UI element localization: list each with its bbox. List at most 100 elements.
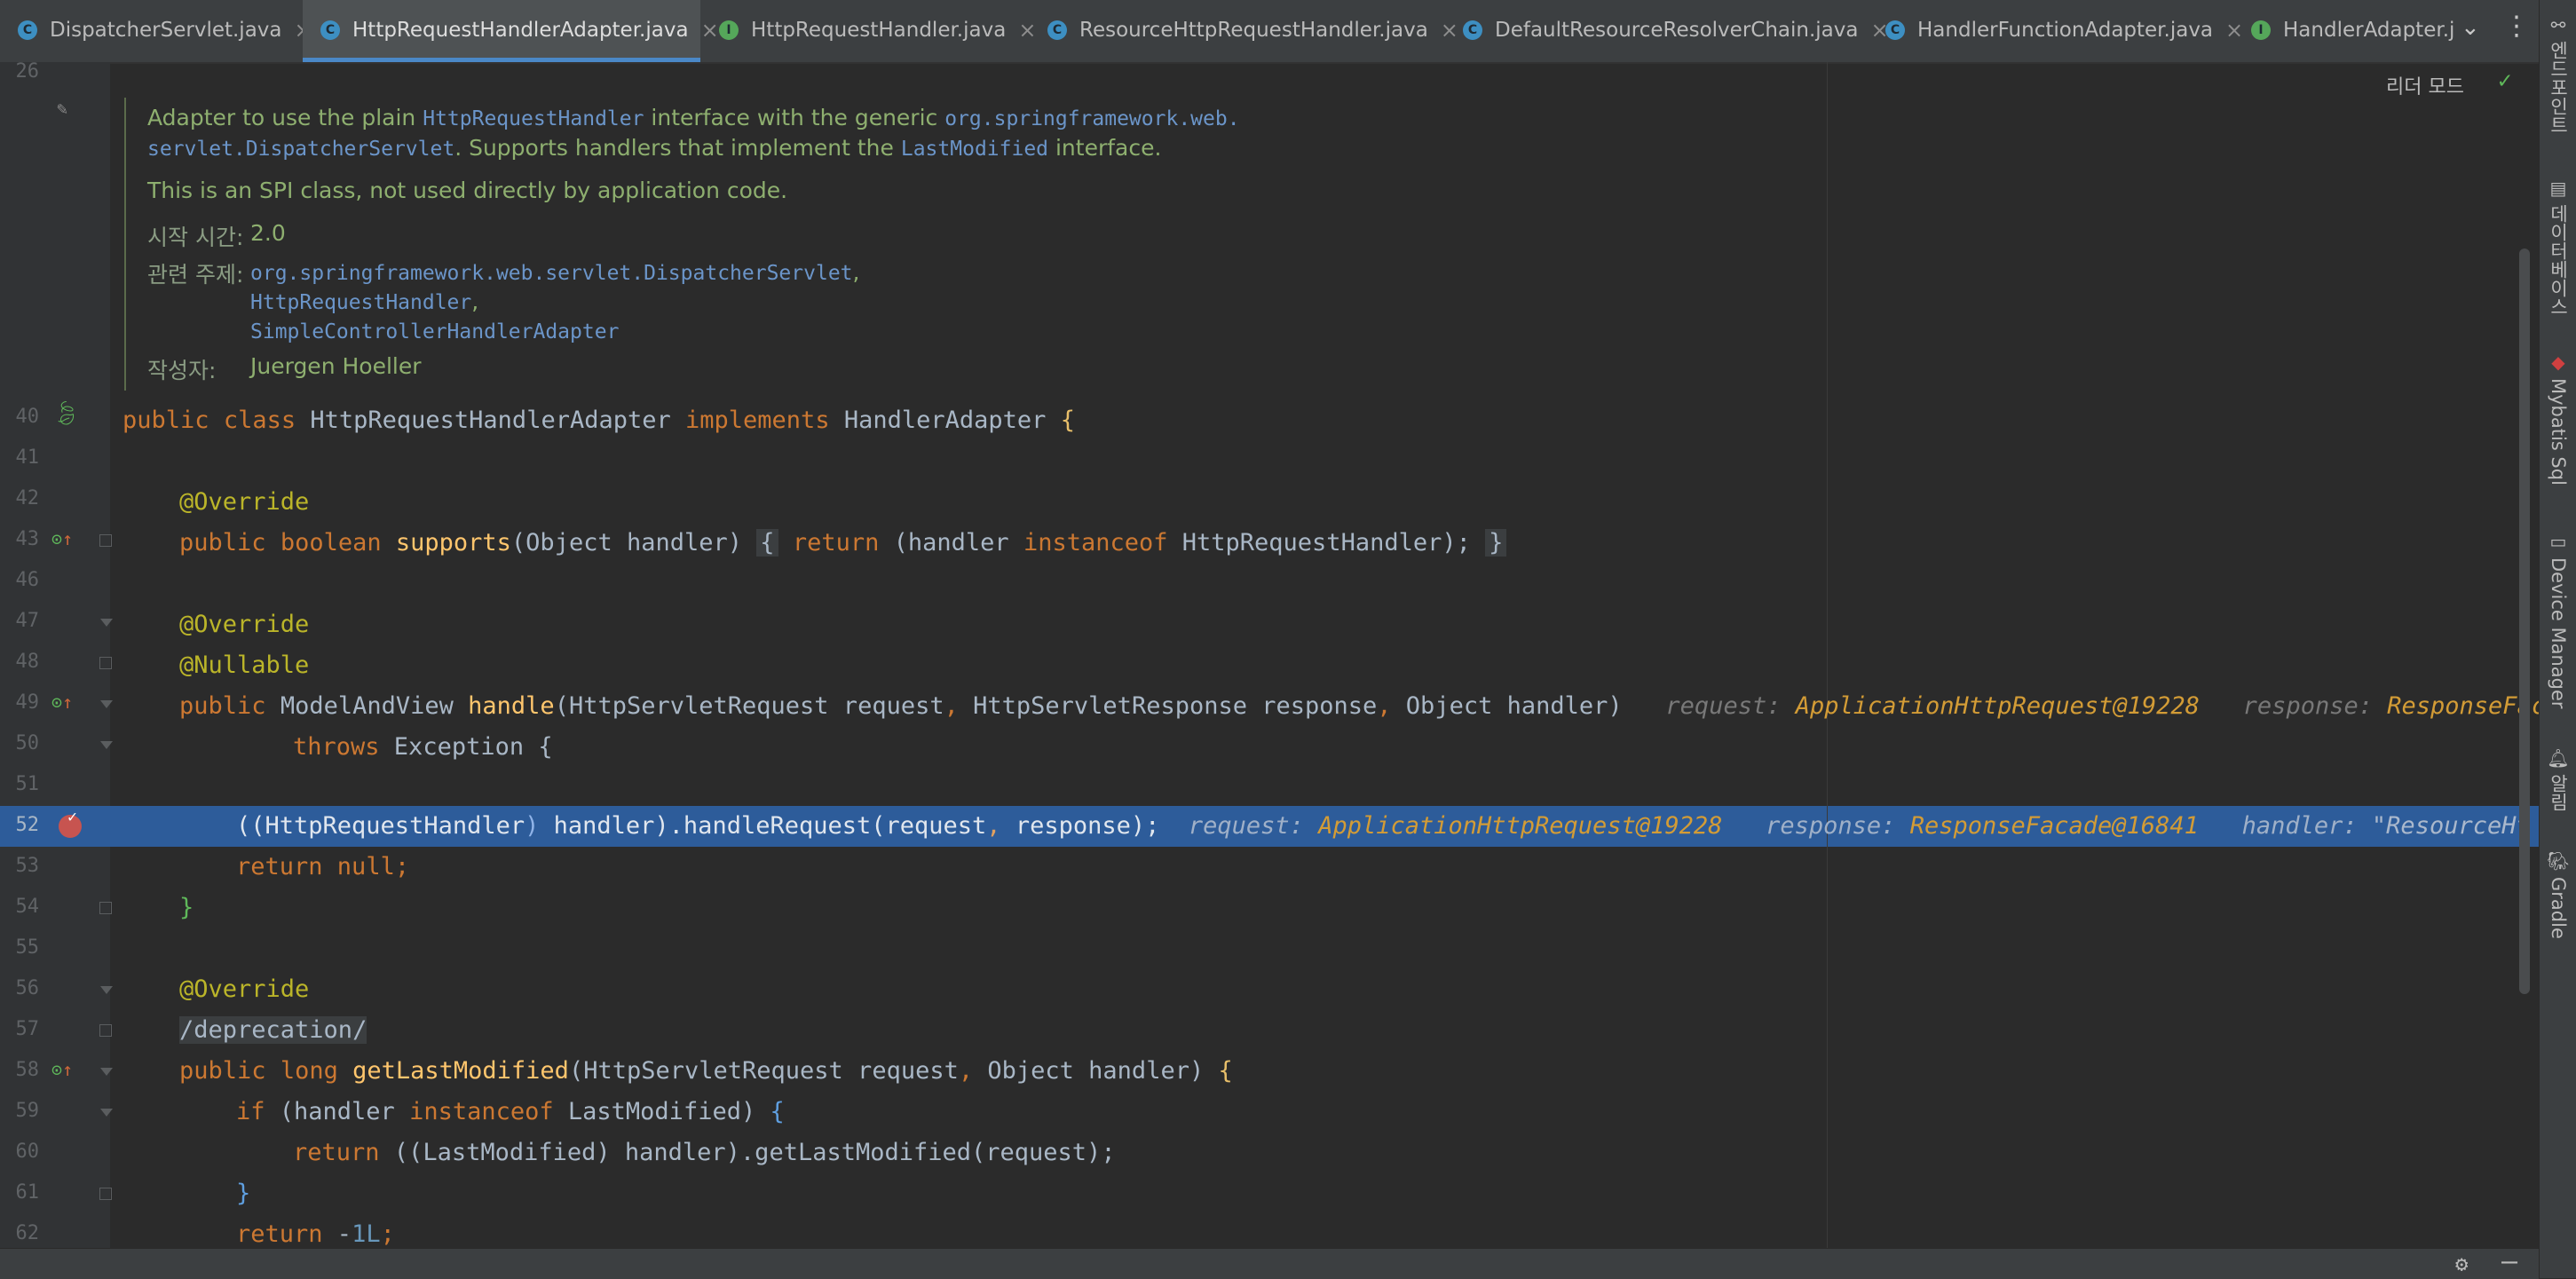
token: (handler <box>265 1098 410 1125</box>
tool-database[interactable]: ▤ 데이터베이스 <box>2543 178 2573 316</box>
tool-notifications[interactable]: 🔔︎ 알림 <box>2543 747 2573 811</box>
token[interactable]: } <box>1485 529 1507 557</box>
line-number: 40 <box>15 406 40 428</box>
tool-endpoints[interactable]: ⚯ 엔드포인트 <box>2543 14 2573 134</box>
inline-debug-hint: request: <box>1188 812 1304 840</box>
vertical-scrollbar[interactable] <box>2519 249 2530 994</box>
inline-debug-value[interactable]: ApplicationHttpRequest@19228 <box>1796 692 2200 720</box>
implements-method-icon[interactable]: ⊙↑ <box>51 530 73 548</box>
code-line: } <box>179 894 194 921</box>
code-line: return -1L; <box>236 1214 395 1248</box>
right-tool-window-bar: ⚯ 엔드포인트 ▤ 데이터베이스 ◆ Mybatis Sql ▭ Device … <box>2539 0 2576 1278</box>
inline-debug-value[interactable]: ApplicationHttpRequest@19228 <box>1318 812 1722 840</box>
line-number: 42 <box>15 487 40 509</box>
token: 1L <box>352 1220 381 1248</box>
folded-annotation[interactable]: /deprecation/ <box>179 1016 367 1044</box>
code-line: @Override <box>179 975 310 1003</box>
tab-httprequesthandleradapter[interactable]: C HttpRequestHandlerAdapter.java × <box>303 0 719 62</box>
code-editor[interactable]: public class HttpRequestHandlerAdapter i… <box>110 62 2539 1248</box>
inline-debug-hint: request: <box>1665 692 1782 720</box>
token: (HttpServletRequest request <box>554 692 944 720</box>
tab-label: HttpRequestHandlerAdapter.java <box>352 19 689 42</box>
tab-handlerfunctionadapter[interactable]: C HandlerFunctionAdapter.java × <box>1868 0 2243 60</box>
token: response); <box>1000 812 1160 840</box>
tab-label: HttpRequestHandler.java <box>751 19 1007 42</box>
gradle-icon: 🐘︎ <box>2547 850 2570 872</box>
tab-label: ResourceHttpRequestHandler.java <box>1079 19 1428 42</box>
tool-gradle[interactable]: 🐘︎ Gradle <box>2543 850 2573 939</box>
token: null; <box>322 853 410 880</box>
token: ((HttpRequestHandler <box>236 812 525 840</box>
token: , <box>986 812 1001 840</box>
implements-method-icon[interactable]: ⊙↑ <box>51 693 73 711</box>
tool-device-manager[interactable]: ▭ Device Manager <box>2543 531 2573 709</box>
tab-resourcehttprequesthandler[interactable]: C ResourceHttpRequestHandler.java × <box>1030 0 1458 60</box>
tab-label: HandlerAdapter.jav <box>2283 19 2455 42</box>
editor-tab-bar: C DispatcherServlet.java × C HttpRequest… <box>0 0 2539 64</box>
inline-debug-value[interactable]: ResponseFacade@16841 <box>1910 812 2199 840</box>
class-icon: C <box>18 20 37 40</box>
line-number: 52 <box>15 814 40 836</box>
inline-debug-value[interactable]: ResponseFaca <box>2387 692 2539 720</box>
token: , <box>1377 692 1392 720</box>
code-line: if (handler instanceof LastModified) { <box>236 1092 785 1133</box>
line-number: 56 <box>15 977 40 999</box>
code-line: @Override <box>179 488 310 516</box>
line-number: 26 <box>15 60 40 83</box>
token: implements <box>685 407 830 434</box>
code-line: return null; <box>236 847 409 888</box>
tab-label: DispatcherServlet.java <box>50 19 282 42</box>
tab-dispatcherservlet[interactable]: C DispatcherServlet.java × <box>0 0 312 60</box>
tool-label: Mybatis Sql <box>2548 378 2569 486</box>
line-number: 48 <box>15 651 40 673</box>
class-icon: C <box>1047 20 1067 40</box>
implements-method-icon[interactable]: ⊙↑ <box>51 1061 73 1078</box>
line-number: 47 <box>15 610 40 632</box>
line-number: 57 <box>15 1018 40 1040</box>
line-number: 62 <box>15 1222 40 1244</box>
token: return <box>792 529 880 557</box>
line-number: 46 <box>15 569 40 591</box>
tool-label: Gradle <box>2548 877 2569 939</box>
notifications-icon: 🔔︎ <box>2547 747 2570 769</box>
inline-debug-value[interactable]: "ResourceHt <box>2372 812 2531 840</box>
token: public <box>179 692 266 720</box>
token[interactable]: { <box>756 529 778 557</box>
token: (HttpServletRequest request <box>568 1057 959 1085</box>
line-number: 41 <box>15 446 40 469</box>
chevron-down-icon[interactable]: ⌄ <box>2461 14 2480 41</box>
tool-mybatis-sql[interactable]: ◆ Mybatis Sql <box>2543 351 2573 486</box>
token: public <box>179 1057 266 1085</box>
token: class <box>223 407 296 434</box>
gear-icon[interactable]: ⚙ <box>2455 1251 2468 1276</box>
token: { <box>1060 407 1075 434</box>
edit-pencil-icon[interactable]: ✎ <box>57 99 67 117</box>
code-line: public long getLastModified(HttpServletR… <box>179 1051 1233 1092</box>
code-line: return ((LastModified) handler).getLastM… <box>293 1133 1116 1173</box>
tab-defaultresourceresolverchain[interactable]: C DefaultResourceResolverChain.java × <box>1445 0 1889 60</box>
spring-bean-icon[interactable]: 🍃︎ <box>51 402 81 425</box>
code-line: @Override <box>179 611 310 638</box>
code-line: public class HttpRequestHandlerAdapter i… <box>122 400 1075 441</box>
token: Exception { <box>379 733 553 761</box>
device-manager-icon: ▭ <box>2549 531 2567 552</box>
tab-label: HandlerFunctionAdapter.java <box>1917 19 2214 42</box>
token: return <box>293 1139 380 1166</box>
endpoints-icon: ⚯ <box>2550 14 2566 36</box>
line-number: 51 <box>15 773 40 795</box>
token: Object handler) <box>1391 692 1623 720</box>
tool-label: 알림 <box>2548 774 2569 811</box>
class-icon: C <box>1463 20 1482 40</box>
breakpoint-icon[interactable] <box>59 808 82 838</box>
token: HttpRequestHandler); <box>1167 529 1471 557</box>
token: ModelAndView <box>280 692 454 720</box>
code-line: } <box>236 1180 251 1207</box>
tab-httprequesthandler[interactable]: I HttpRequestHandler.java × <box>701 0 1036 60</box>
line-number: 50 <box>15 732 40 754</box>
class-icon: C <box>1885 20 1905 40</box>
tab-handleradapter[interactable]: I HandlerAdapter.jav <box>2233 0 2455 60</box>
code-line: public boolean supports(Object handler) … <box>179 523 1507 564</box>
more-vertical-icon[interactable]: ⋮ <box>2503 11 2530 42</box>
line-number: 58 <box>15 1059 40 1081</box>
minimize-icon[interactable]: – <box>2501 1246 2517 1277</box>
